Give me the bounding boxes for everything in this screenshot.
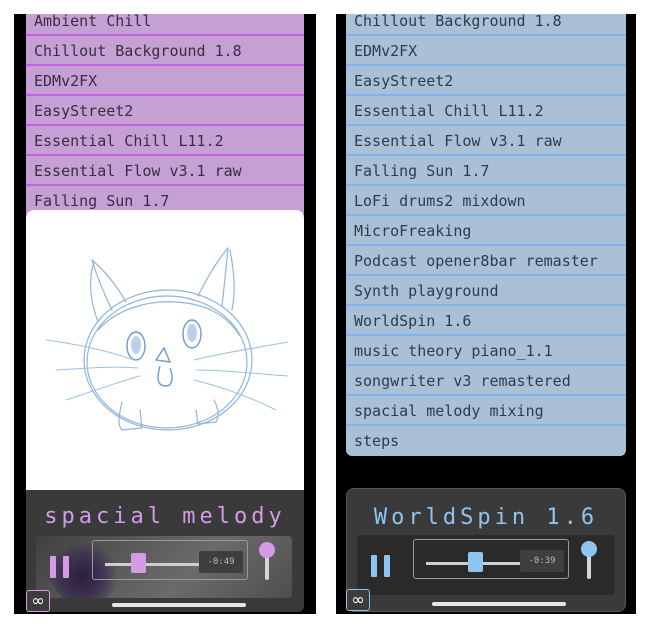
track-row[interactable]: steps — [346, 426, 626, 456]
right-phone-screen: Chillout Background 1.8 EDMv2FX EasyStre… — [336, 14, 636, 614]
volume-track[interactable] — [587, 555, 591, 579]
track-row[interactable]: songwriter v3 remastered — [346, 366, 626, 396]
scrubber[interactable]: -0:39 — [413, 539, 569, 579]
home-indicator — [432, 602, 566, 606]
track-row[interactable]: Essential Chill L11.2 — [346, 96, 626, 126]
track-row[interactable]: Falling Sun 1.7 — [346, 156, 626, 186]
track-row[interactable]: Essential Flow v3.1 raw — [26, 156, 304, 186]
pause-button[interactable] — [371, 555, 391, 577]
track-row[interactable]: Essential Flow v3.1 raw — [346, 126, 626, 156]
player-panel: spacial melody -0:49 — [26, 490, 304, 612]
volume-track[interactable] — [265, 556, 269, 580]
track-row[interactable]: spacial melody mixing — [346, 396, 626, 426]
track-row[interactable]: Podcast opener8bar remaster — [346, 246, 626, 276]
home-indicator — [112, 603, 246, 607]
track-row[interactable]: Synth playground — [346, 276, 626, 306]
track-row[interactable]: EDMv2FX — [346, 36, 626, 66]
scrubber[interactable]: -0:49 — [92, 540, 248, 580]
track-row[interactable]: Chillout Background 1.8 — [26, 36, 304, 66]
track-row[interactable]: Ambient Chill — [26, 14, 304, 36]
left-phone-screen: Ambient Chill Chillout Background 1.8 ED… — [14, 14, 316, 614]
playback-controls: -0:49 — [36, 536, 292, 598]
player-panel: WorldSpin 1.6 -0:39 — [346, 488, 626, 612]
now-playing-title: WorldSpin 1.6 — [373, 505, 599, 530]
loop-icon[interactable]: ∞ — [26, 590, 50, 612]
loop-icon[interactable]: ∞ — [346, 589, 370, 611]
pause-button[interactable] — [50, 556, 70, 578]
track-row[interactable]: EasyStreet2 — [26, 96, 304, 126]
track-row[interactable]: WorldSpin 1.6 — [346, 306, 626, 336]
track-list: Ambient Chill Chillout Background 1.8 ED… — [26, 14, 304, 216]
track-row[interactable]: MicroFreaking — [346, 216, 626, 246]
track-list: Chillout Background 1.8 EDMv2FX EasyStre… — [346, 14, 626, 456]
track-row[interactable]: Chillout Background 1.8 — [346, 14, 626, 36]
track-row[interactable]: EDMv2FX — [26, 66, 304, 96]
playback-controls: -0:39 — [357, 535, 615, 595]
track-row[interactable]: EasyStreet2 — [346, 66, 626, 96]
volume-knob[interactable] — [581, 541, 597, 557]
scrubber-knob[interactable] — [467, 552, 483, 572]
track-row[interactable]: LoFi drums2 mixdown — [346, 186, 626, 216]
scrubber-knob[interactable] — [130, 553, 146, 573]
volume-knob[interactable] — [259, 542, 275, 558]
album-art — [26, 210, 304, 494]
time-remaining: -0:39 — [520, 550, 564, 572]
time-remaining: -0:49 — [199, 551, 243, 573]
cat-sketch-image — [45, 247, 289, 431]
now-playing-title: spacial melody — [44, 504, 286, 529]
track-row[interactable]: Essential Chill L11.2 — [26, 126, 304, 156]
scrubber-track — [105, 563, 199, 566]
track-row[interactable]: music theory piano_1.1 — [346, 336, 626, 366]
